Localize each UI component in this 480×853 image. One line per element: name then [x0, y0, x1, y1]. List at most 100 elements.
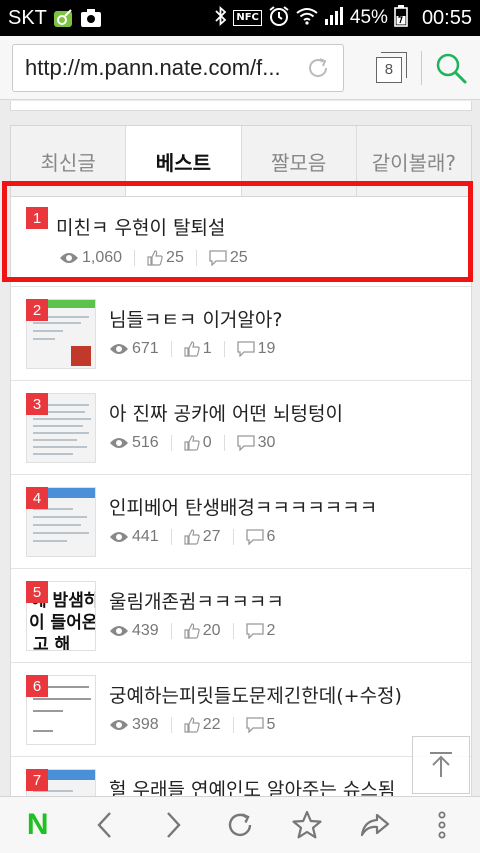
comment-icon — [209, 250, 227, 266]
list-item[interactable]: 1 미친ㅋ 우현이 탈퇴설 1,060 25 25 — [11, 197, 471, 287]
rank-badge: 2 — [26, 299, 48, 321]
rank-badge: 5 — [26, 581, 48, 603]
post-stats: 671 1 19 — [109, 340, 275, 358]
view-count: 441 — [132, 528, 159, 545]
previous-card-edge — [10, 101, 472, 111]
like-count: 27 — [202, 528, 221, 545]
post-title[interactable]: 인피베어 탄생배경ㅋㅋㅋㅋㅋㅋㅋ — [109, 493, 377, 520]
list-item[interactable]: 2 님들ㅋㅌㅋ 이거알아? 671 1 19 — [11, 287, 471, 381]
comment-icon — [236, 435, 255, 451]
post-title[interactable]: 궁예하는피릿들도문제긴한데(+수정) — [109, 681, 402, 708]
thumbs-up-icon — [184, 623, 200, 639]
alarm-icon — [268, 5, 290, 32]
wifi-icon — [296, 6, 318, 30]
thumbs-up-icon — [184, 435, 200, 451]
battery-icon — [394, 4, 408, 32]
url-text[interactable]: http://m.pann.nate.com/f... — [25, 55, 303, 81]
star-icon — [292, 810, 322, 839]
carrier-label: SKT — [8, 6, 47, 29]
bookmark-button[interactable] — [284, 802, 330, 848]
comment-icon — [245, 529, 264, 545]
like-count: 1 — [202, 340, 212, 357]
clock: 00:55 — [421, 6, 472, 29]
like-count: 22 — [202, 716, 221, 733]
refresh-icon — [228, 813, 252, 837]
view-count: 1,060 — [82, 249, 123, 266]
post-title[interactable]: 울림개존귐ㅋㅋㅋㅋㅋ — [109, 587, 284, 614]
chevron-left-icon — [97, 812, 112, 838]
more-vertical-icon — [438, 811, 446, 839]
bluetooth-icon — [215, 5, 227, 31]
list-item[interactable]: 4 인피베어 탄생배경ㅋㅋㅋㅋㅋㅋㅋ 441 27 6 — [11, 475, 471, 569]
post-stats: 516 0 30 — [109, 434, 275, 452]
rank-badge: 4 — [26, 487, 48, 509]
like-count: 25 — [166, 249, 184, 266]
scroll-to-top-button[interactable] — [412, 736, 470, 794]
tab-count: 8 — [375, 56, 402, 83]
photo-notification-icon — [80, 8, 102, 28]
rank-badge: 6 — [26, 675, 48, 697]
comment-count: 2 — [266, 622, 276, 639]
search-button[interactable] — [434, 51, 468, 85]
share-arrow-icon — [360, 813, 389, 837]
eye-icon — [60, 253, 78, 263]
thumbs-up-icon — [147, 250, 163, 266]
thumbnail-text: 고 해 — [33, 635, 71, 651]
tabs-button[interactable]: 8 — [374, 51, 407, 85]
list-item[interactable]: 7 헐 우래들 연예인도 알아주는 슈스됨 — [11, 757, 471, 796]
list-item[interactable]: 6 궁예하는피릿들도문제긴한데(+수정) 398 22 5 — [11, 663, 471, 757]
naver-home-button[interactable]: N — [15, 802, 61, 848]
thumbs-up-icon — [184, 529, 200, 545]
chevron-right-icon — [166, 812, 181, 838]
category-tabs: 최신글 베스트 짤모음 같이볼래? — [10, 125, 472, 197]
rank-badge: 1 — [26, 207, 48, 229]
comment-count: 5 — [266, 716, 276, 733]
more-menu-button[interactable] — [419, 802, 465, 848]
tab-latest[interactable]: 최신글 — [11, 126, 127, 196]
like-count: 20 — [202, 622, 221, 639]
view-count: 671 — [132, 340, 159, 357]
eye-icon — [110, 720, 128, 730]
list-item[interactable]: 3 아 진짜 공카에 어떤 뇌텅텅이 516 0 30 — [11, 381, 471, 475]
post-stats: 439 20 2 — [109, 622, 275, 640]
comment-icon — [245, 717, 264, 733]
refresh-icon[interactable] — [303, 53, 333, 83]
best-post-list: 1 미친ㅋ 우현이 탈퇴설 1,060 25 25 2 님들ㅋㅌㅋ 이거알아? — [10, 197, 472, 796]
post-title[interactable]: 미친ㅋ 우현이 탈퇴설 — [56, 213, 225, 240]
arrow-up-icon — [430, 752, 452, 777]
page-content: 최신글 베스트 짤모음 같이볼래? 1 미친ㅋ 우현이 탈퇴설 1,060 25… — [0, 101, 480, 796]
browser-bottom-bar: N — [0, 796, 480, 853]
comment-count: 19 — [257, 340, 276, 357]
post-stats: 398 22 5 — [109, 716, 275, 734]
rank-badge: 7 — [26, 769, 48, 791]
eye-icon — [110, 626, 128, 636]
back-button[interactable] — [82, 802, 128, 848]
tab-watch-together[interactable]: 같이볼래? — [357, 126, 471, 196]
tab-pictures[interactable]: 짤모음 — [242, 126, 357, 196]
thumbs-up-icon — [184, 717, 200, 733]
tab-best[interactable]: 베스트 — [126, 126, 242, 196]
eye-icon — [110, 438, 128, 448]
post-title[interactable]: 헐 우래들 연예인도 알아주는 슈스됨 — [109, 775, 395, 796]
comment-count: 30 — [257, 434, 276, 451]
comment-icon — [245, 623, 264, 639]
app-notification-icon — [53, 8, 75, 28]
post-title[interactable]: 님들ㅋㅌㅋ 이거알아? — [109, 305, 282, 332]
rank-badge: 3 — [26, 393, 48, 415]
address-bar[interactable]: http://m.pann.nate.com/f... — [12, 43, 344, 92]
like-count: 0 — [202, 434, 212, 451]
comment-count: 25 — [229, 249, 248, 266]
post-title[interactable]: 아 진짜 공카에 어떤 뇌텅텅이 — [109, 399, 343, 426]
toolbar-divider — [421, 50, 422, 85]
search-icon — [436, 53, 467, 83]
view-count: 439 — [132, 622, 159, 639]
share-button[interactable] — [352, 802, 398, 848]
view-count: 398 — [132, 716, 159, 733]
forward-button[interactable] — [150, 802, 196, 848]
view-count: 516 — [132, 434, 159, 451]
browser-toolbar: http://m.pann.nate.com/f... 8 — [0, 36, 480, 100]
status-bar: SKT NFC 45% 00:55 — [0, 0, 480, 36]
signal-icon — [324, 6, 344, 30]
reload-button[interactable] — [217, 802, 263, 848]
list-item[interactable]: 에 밤샘하 이 들어온다 고 해 5 울림개존귐ㅋㅋㅋㅋㅋ 439 20 2 — [11, 569, 471, 663]
